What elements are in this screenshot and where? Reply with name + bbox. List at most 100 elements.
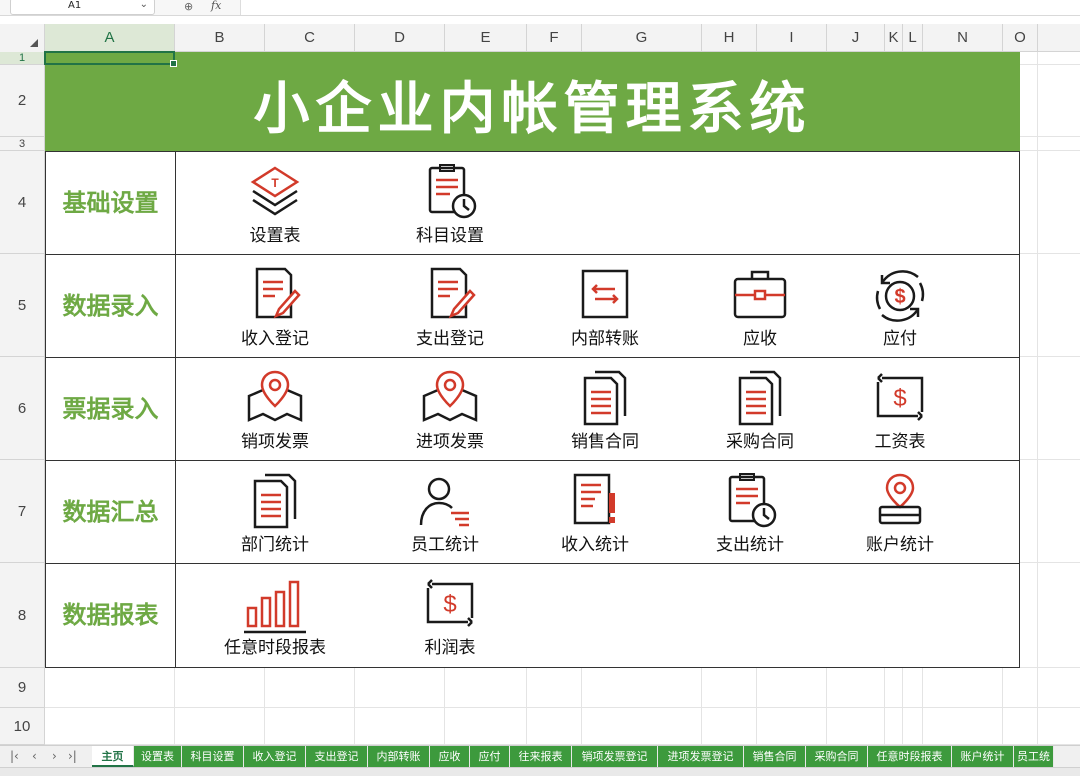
menu-button-label: 应付 bbox=[883, 329, 917, 349]
row-header-4[interactable]: 4 bbox=[0, 151, 45, 254]
menu-button-2-5[interactable]: $ 应付 bbox=[840, 259, 960, 355]
column-header-o[interactable]: O bbox=[1003, 24, 1038, 52]
menu-button-label: 工资表 bbox=[874, 432, 926, 452]
sheet-tab[interactable]: 进项发票登记 bbox=[658, 746, 744, 767]
sheet-tab[interactable]: 设置表 bbox=[134, 746, 182, 767]
row-header-6[interactable]: 6 bbox=[0, 357, 45, 460]
menu-button-4-3[interactable]: 收入统计 bbox=[535, 465, 655, 561]
menu-button-3-3[interactable]: 销售合同 bbox=[545, 362, 665, 458]
formula-bar: A1 ⌄ ⊕ fx bbox=[0, 0, 1080, 16]
row-header-8[interactable]: 8 bbox=[0, 563, 45, 668]
select-all-corner[interactable] bbox=[0, 24, 45, 52]
menu-button-label: 收入登记 bbox=[241, 329, 309, 349]
menu-button-2-3[interactable]: 内部转账 bbox=[545, 259, 665, 355]
sheet-tab[interactable]: 内部转账 bbox=[368, 746, 430, 767]
row-header-9[interactable]: 9 bbox=[0, 668, 45, 708]
column-header-n[interactable]: N bbox=[923, 24, 1003, 52]
column-header-b[interactable]: B bbox=[175, 24, 265, 52]
sheet-tab[interactable]: 往来报表 bbox=[510, 746, 572, 767]
menu-button-2-1[interactable]: 收入登记 bbox=[215, 259, 335, 355]
menu-button-label: 支出登记 bbox=[416, 329, 484, 349]
sheet-tab[interactable]: 销售合同 bbox=[744, 746, 806, 767]
sheet-tab[interactable]: 任意时段报表 bbox=[868, 746, 952, 767]
column-header-h[interactable]: H bbox=[702, 24, 757, 52]
panel-divider bbox=[46, 460, 1019, 461]
column-header-j[interactable]: J bbox=[827, 24, 885, 52]
menu-button-label: 利润表 bbox=[424, 638, 476, 658]
svg-text:$: $ bbox=[443, 591, 456, 618]
next-sheet-icon[interactable]: › bbox=[52, 749, 57, 763]
sheet-tab[interactable]: 应付 bbox=[470, 746, 510, 767]
column-header-l[interactable]: L bbox=[903, 24, 923, 52]
svg-text:$: $ bbox=[893, 385, 906, 412]
page-title: 小企业内帐管理系统 bbox=[253, 77, 812, 142]
menu-button-3-4[interactable]: 采购合同 bbox=[700, 362, 820, 458]
column-header-i[interactable]: I bbox=[757, 24, 827, 52]
menu-button-2-2[interactable]: 支出登记 bbox=[390, 259, 510, 355]
sheet-tab[interactable]: 员工统 bbox=[1014, 746, 1054, 767]
row-header-7[interactable]: 7 bbox=[0, 460, 45, 563]
menu-button-5-1[interactable]: 任意时段报表 bbox=[215, 568, 335, 664]
menu-button-3-5[interactable]: $ 工资表 bbox=[840, 362, 960, 458]
menu-button-4-4[interactable]: 支出统计 bbox=[690, 465, 810, 561]
category-label: 数据汇总 bbox=[62, 498, 159, 526]
column-header-k[interactable]: K bbox=[885, 24, 903, 52]
menu-button-4-1[interactable]: 部门统计 bbox=[215, 465, 335, 561]
column-header-a[interactable]: A bbox=[45, 24, 175, 52]
row-header-5[interactable]: 5 bbox=[0, 254, 45, 357]
first-sheet-icon[interactable]: |‹ bbox=[10, 749, 19, 763]
gridline bbox=[1037, 52, 1038, 745]
sheet-tab[interactable]: 主页 bbox=[92, 746, 134, 767]
panel-divider bbox=[175, 152, 176, 667]
menu-button-label: 进项发票 bbox=[416, 432, 484, 452]
category-label: 基础设置 bbox=[62, 189, 159, 217]
sheet-tab-bar: |‹ ‹ › ›| 主页 设置表 科目设置 收入登记 支出登记 内部转账 应收 应付 往来报表销… bbox=[0, 745, 1080, 767]
zoom-icon[interactable]: ⊕ bbox=[184, 0, 193, 13]
column-header-e[interactable]: E bbox=[445, 24, 527, 52]
sheet-tab[interactable]: 采购合同 bbox=[806, 746, 868, 767]
menu-button-label: 员工统计 bbox=[411, 535, 479, 555]
prev-sheet-icon[interactable]: ‹ bbox=[32, 749, 37, 763]
menu-button-label: 设置表 bbox=[249, 226, 301, 246]
menu-button-label: 支出统计 bbox=[716, 535, 784, 555]
sheet-tab[interactable]: 账户统计 bbox=[952, 746, 1014, 767]
menu-button-3-1[interactable]: 销项发票 bbox=[215, 362, 335, 458]
menu-button-3-2[interactable]: 进项发票 bbox=[390, 362, 510, 458]
name-box[interactable]: A1 ⌄ bbox=[10, 0, 155, 15]
category-label: 数据报表 bbox=[62, 601, 159, 629]
sheet-tab[interactable]: 销项发票登记 bbox=[572, 746, 658, 767]
column-header-d[interactable]: D bbox=[355, 24, 445, 52]
menu-button-4-2[interactable]: 员工统计 bbox=[385, 465, 505, 561]
menu-button-label: 部门统计 bbox=[241, 535, 309, 555]
category-label: 数据录入 bbox=[62, 292, 159, 320]
menu-button-1-1[interactable]: T 设置表 bbox=[215, 156, 335, 252]
column-header-c[interactable]: C bbox=[265, 24, 355, 52]
sheet-tab[interactable]: 支出登记 bbox=[306, 746, 368, 767]
row-header-10[interactable]: 10 bbox=[0, 708, 45, 745]
column-header-g[interactable]: G bbox=[582, 24, 702, 52]
selected-cell-a1[interactable] bbox=[44, 51, 177, 67]
chevron-down-icon[interactable]: ⌄ bbox=[140, 0, 148, 10]
row-header-1[interactable]: 1 bbox=[0, 52, 45, 65]
menu-button-label: 应收 bbox=[743, 329, 777, 349]
menu-button-4-5[interactable]: 账户统计 bbox=[840, 465, 960, 561]
menu-button-label: 科目设置 bbox=[416, 226, 484, 246]
menu-button-label: 账户统计 bbox=[866, 535, 934, 555]
row-header-2[interactable]: 2 bbox=[0, 65, 45, 137]
sheet-tab[interactable]: 收入登记 bbox=[244, 746, 306, 767]
last-sheet-icon[interactable]: ›| bbox=[68, 749, 77, 763]
menu-button-5-2[interactable]: $ 利润表 bbox=[390, 568, 510, 664]
menu-button-1-2[interactable]: 科目设置 bbox=[390, 156, 510, 252]
menu-button-label: 销售合同 bbox=[571, 432, 639, 452]
menu-button-label: 销项发票 bbox=[241, 432, 309, 452]
menu-button-2-4[interactable]: 应收 bbox=[700, 259, 820, 355]
menu-button-label: 内部转账 bbox=[571, 329, 639, 349]
category-label: 票据录入 bbox=[62, 395, 159, 423]
formula-input[interactable] bbox=[240, 0, 1080, 15]
gridline bbox=[45, 707, 1080, 708]
sheet-tab[interactable]: 科目设置 bbox=[182, 746, 244, 767]
sheet-tab[interactable]: 应收 bbox=[430, 746, 470, 767]
function-icon[interactable]: fx bbox=[211, 0, 221, 12]
row-header-3[interactable]: 3 bbox=[0, 137, 45, 151]
column-header-f[interactable]: F bbox=[527, 24, 582, 52]
